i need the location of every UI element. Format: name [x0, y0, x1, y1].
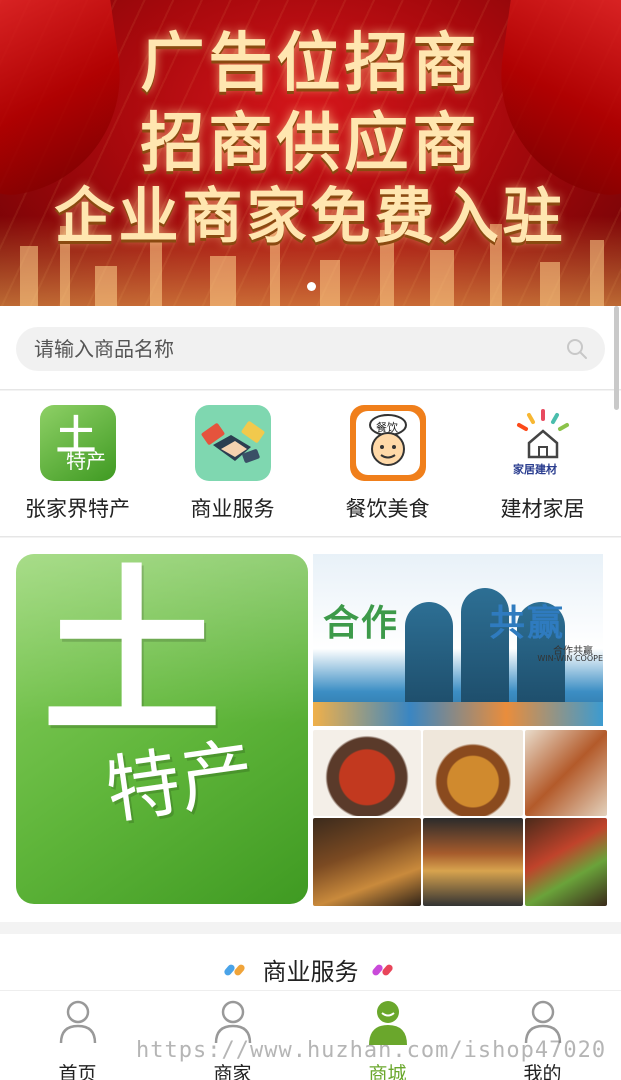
home-building-icon: 家居建材	[505, 405, 581, 481]
promo-local-specialty[interactable]: 土 特产	[16, 554, 308, 904]
promo-cooperation-subtitle-en: WIN-WIN COOPE	[537, 654, 603, 663]
category-item-building-materials[interactable]: 家居建材 建材家居	[465, 405, 620, 525]
food-image	[525, 818, 607, 906]
scrollbar[interactable]	[614, 306, 619, 410]
food-image	[525, 730, 607, 816]
chef-icon: 餐饮	[350, 405, 426, 481]
carousel-dot-active[interactable]	[307, 282, 316, 291]
promo-cooperation[interactable]: 合作 共赢 合作共赢 WIN-WIN COOPE	[313, 554, 603, 726]
food-image	[313, 730, 421, 816]
promo-food-collage[interactable]	[313, 730, 607, 906]
promo-small-characters: 特产	[100, 729, 260, 835]
promo-cooperation-title: 合作 共赢	[323, 603, 566, 644]
banner-headline-1: 广告位招商	[140, 27, 481, 101]
nav-label: 首页	[58, 1063, 97, 1080]
category-label: 商业服务	[190, 497, 275, 521]
search-section	[0, 306, 621, 390]
bottom-nav: 首页 商家 商城 我的	[0, 990, 621, 1080]
food-image	[423, 730, 523, 816]
promo-big-character: 土	[42, 554, 223, 759]
page: 广告位招商 招商供应商 企业商家免费入驻 土 特产 张家界特产	[0, 0, 621, 1080]
heading-decoration-right	[370, 963, 396, 977]
food-image	[313, 818, 421, 906]
local-specialty-icon: 土 特产	[40, 405, 116, 481]
promo-banner[interactable]: 广告位招商 招商供应商 企业商家免费入驻	[0, 0, 621, 306]
category-label: 餐饮美食	[345, 497, 430, 521]
watermark-text: https://www.huzhan.com/ishop47020	[136, 1038, 607, 1063]
user-outline-icon	[59, 1000, 97, 1044]
search-icon[interactable]	[565, 337, 589, 361]
category-item-business-service[interactable]: 商业服务	[155, 405, 310, 525]
category-item-local-specialty[interactable]: 土 特产 张家界特产	[0, 405, 155, 525]
food-image	[423, 818, 523, 906]
promo-section: 土 特产 合作 共赢 合作共赢 WIN-WIN COOPE	[0, 538, 621, 922]
category-grid: 土 特产 张家界特产 商业服务 餐饮 餐饮美食 家居建材 建材家居	[0, 391, 621, 537]
category-label: 张家界特产	[25, 497, 130, 521]
banner-headline-3: 企业商家免费入驻	[54, 182, 567, 252]
nav-item-home[interactable]: 首页	[0, 997, 155, 1080]
section-title: 商业服务	[262, 958, 359, 986]
category-label: 建材家居	[500, 497, 585, 521]
search-input[interactable]	[34, 327, 554, 371]
handshake-icon	[195, 405, 271, 481]
search-bar[interactable]	[16, 327, 605, 371]
category-item-food[interactable]: 餐饮 餐饮美食	[310, 405, 465, 525]
